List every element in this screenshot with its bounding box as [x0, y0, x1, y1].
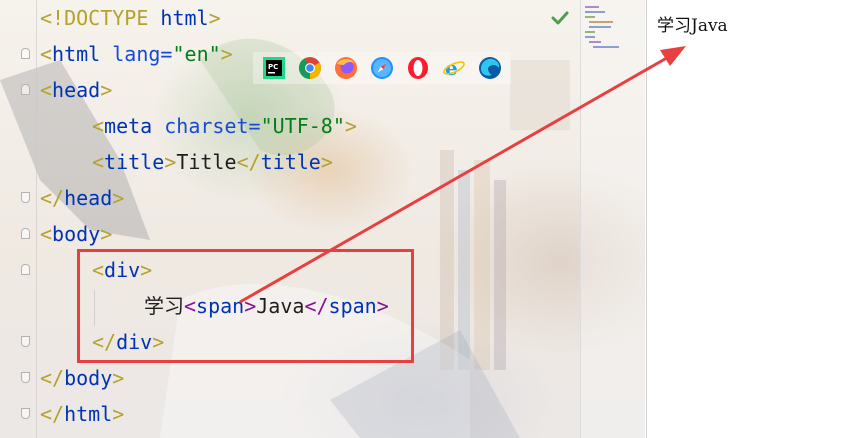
- opera-icon[interactable]: [403, 53, 433, 83]
- chrome-icon[interactable]: [295, 53, 325, 83]
- code-editor[interactable]: <!DOCTYPE html> <html lang="en"> <head> <me…: [0, 0, 645, 438]
- firefox-icon[interactable]: [331, 53, 361, 83]
- fold-marker-body[interactable]: [21, 228, 30, 239]
- code-line[interactable]: </html>: [40, 396, 124, 432]
- code-token: >: [112, 186, 125, 210]
- code-token: Title: [176, 150, 237, 174]
- pycharm-icon-label: PC: [268, 63, 278, 71]
- code-token: html: [64, 402, 113, 426]
- code-token: <: [92, 150, 105, 174]
- code-line[interactable]: <!DOCTYPE html>: [40, 0, 221, 36]
- code-token: head: [64, 186, 113, 210]
- code-token: html: [160, 6, 209, 30]
- edge-icon[interactable]: [475, 53, 505, 83]
- code-line[interactable]: </head>: [40, 180, 124, 216]
- browser-preview-pane: 学习Java: [646, 0, 846, 438]
- fold-marker-body-end[interactable]: [21, 372, 30, 383]
- code-token: head: [52, 78, 101, 102]
- code-token: >: [344, 114, 357, 138]
- fold-marker-div[interactable]: [21, 264, 30, 275]
- fold-marker-html[interactable]: [21, 48, 30, 59]
- code-token: lang=: [112, 42, 173, 66]
- code-line[interactable]: </body>: [40, 360, 124, 396]
- scrollbar-strip[interactable]: [580, 0, 645, 438]
- code-token: </: [236, 150, 261, 174]
- code-token: <: [40, 222, 53, 246]
- code-token: >: [112, 366, 125, 390]
- code-token: html: [52, 42, 113, 66]
- code-token: meta: [104, 114, 165, 138]
- pycharm-icon[interactable]: PC: [259, 53, 289, 83]
- code-line[interactable]: <html lang="en">: [40, 36, 233, 72]
- code-line[interactable]: <title>Title</title>: [92, 144, 333, 180]
- code-token: title: [260, 150, 321, 174]
- code-token: >: [208, 6, 221, 30]
- code-token: </: [40, 186, 65, 210]
- code-token: >: [100, 78, 113, 102]
- code-token: >: [220, 42, 233, 66]
- code-token: <: [40, 42, 53, 66]
- fold-marker-head-end[interactable]: [21, 192, 30, 203]
- preview-text: 学习Java: [657, 16, 728, 36]
- browser-preview-toolbar: PC e: [253, 52, 511, 84]
- code-line[interactable]: <meta charset="UTF-8">: [92, 108, 357, 144]
- editor-gutter: [0, 0, 37, 438]
- code-line[interactable]: <head>: [40, 72, 112, 108]
- code-token: "UTF-8": [260, 114, 345, 138]
- code-token: body: [52, 222, 101, 246]
- internet-explorer-icon[interactable]: e: [439, 53, 469, 83]
- code-line[interactable]: <body>: [40, 216, 112, 252]
- code-token: <: [40, 78, 53, 102]
- code-token: charset=: [164, 114, 261, 138]
- code-token: <: [92, 114, 105, 138]
- check-icon[interactable]: [551, 9, 569, 27]
- code-token: title: [104, 150, 165, 174]
- fold-marker-html-end[interactable]: [21, 408, 30, 419]
- fold-marker-div-end[interactable]: [21, 336, 30, 347]
- code-token: </: [40, 402, 65, 426]
- fold-marker-head[interactable]: [21, 84, 30, 95]
- code-token: >: [320, 150, 333, 174]
- code-token: "en": [172, 42, 221, 66]
- code-token: </: [40, 366, 65, 390]
- code-token: >: [100, 222, 113, 246]
- safari-icon[interactable]: [367, 53, 397, 83]
- code-minimap[interactable]: [585, 4, 625, 50]
- code-token: <!DOCTYPE: [40, 6, 161, 30]
- code-token: >: [112, 402, 125, 426]
- code-token: body: [64, 366, 113, 390]
- code-token: >: [164, 150, 177, 174]
- highlight-box: [77, 249, 414, 363]
